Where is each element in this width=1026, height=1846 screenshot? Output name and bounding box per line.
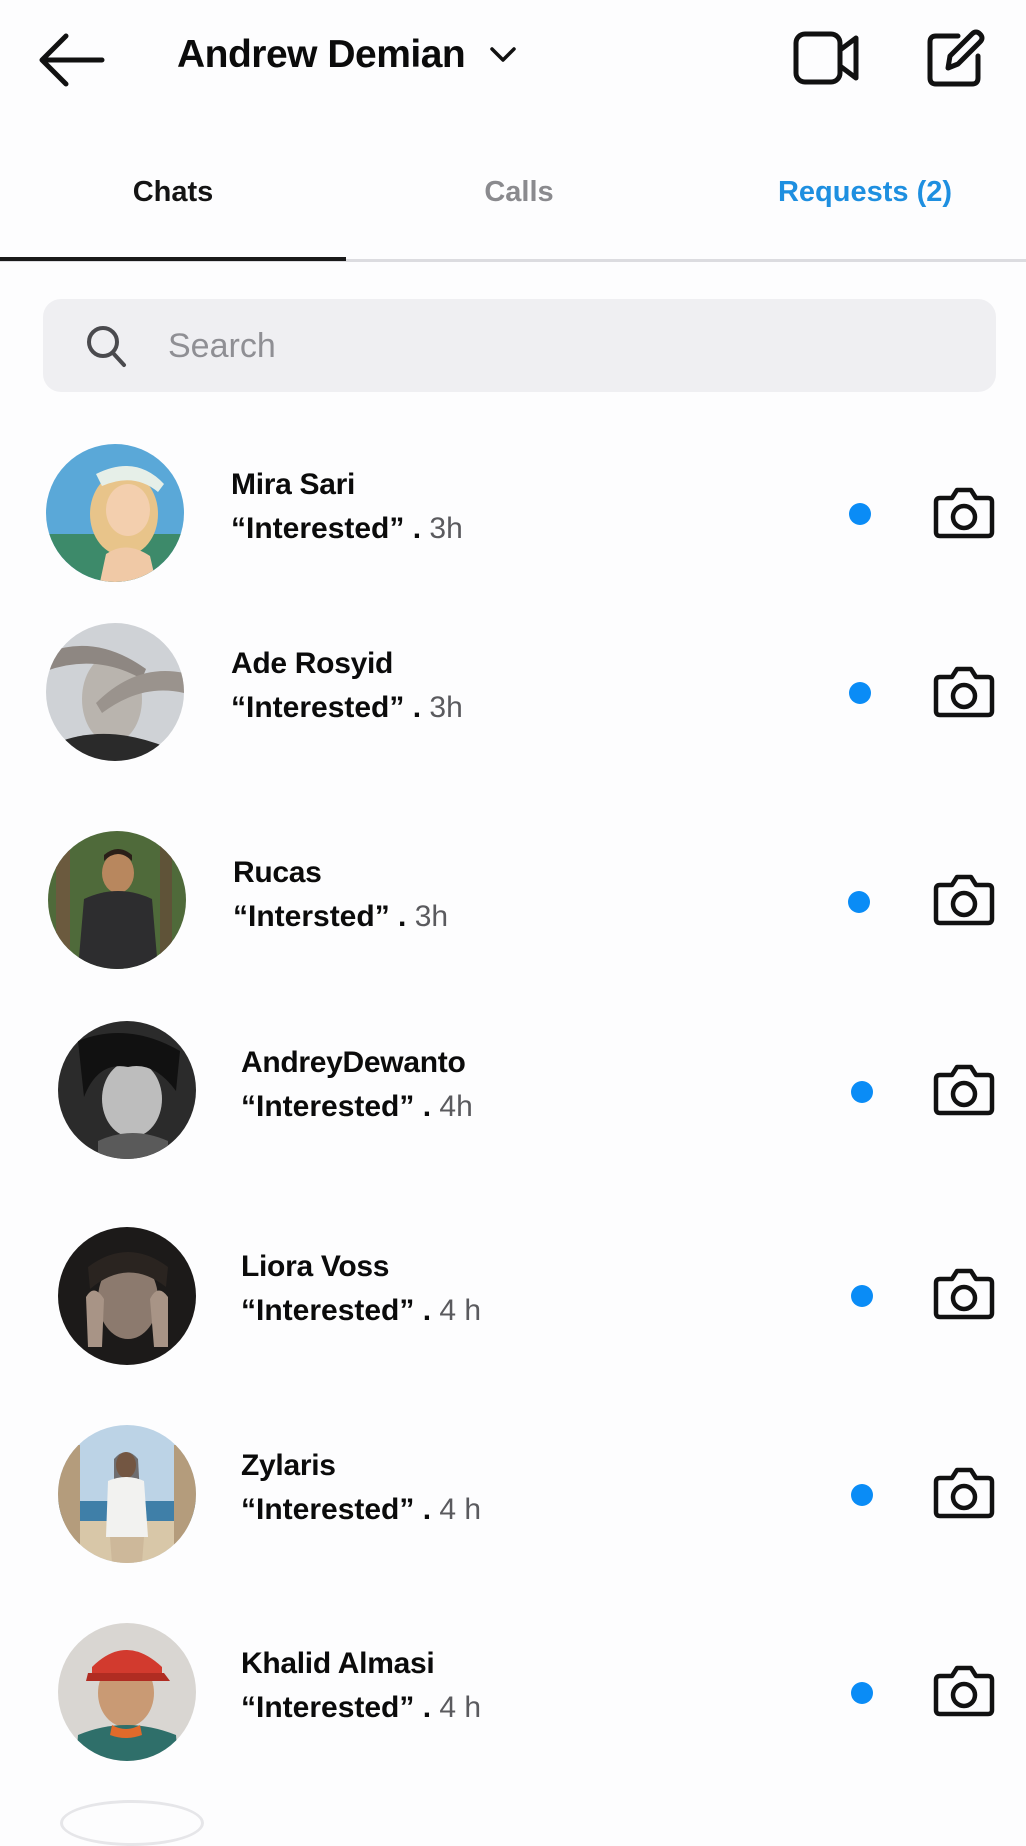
avatar-photo: [48, 831, 186, 969]
unread-dot: [849, 682, 871, 704]
avatar[interactable]: [46, 444, 184, 582]
compose-button[interactable]: [924, 26, 986, 90]
avatar-photo: [58, 1227, 196, 1365]
message-text: “Intersted” .: [233, 900, 407, 933]
message-text: “Interested” .: [231, 691, 422, 724]
camera-icon: [933, 666, 995, 718]
camera-button[interactable]: [932, 1061, 996, 1117]
chat-row[interactable]: AndreyDewanto “Interested” . 4h: [0, 1006, 1026, 1166]
chat-row[interactable]: Ade Rosyid “Interested” . 3h: [0, 607, 1026, 767]
unread-dot: [851, 1484, 873, 1506]
avatar[interactable]: [58, 1425, 196, 1563]
message-time: 3h: [429, 512, 463, 545]
chat-row[interactable]: Mira Sari “Interested” . 3h: [0, 428, 1026, 588]
unread-dot: [851, 1081, 873, 1103]
avatar[interactable]: [48, 831, 186, 969]
camera-button[interactable]: [932, 484, 996, 540]
avatar-photo: [58, 1021, 196, 1159]
back-button[interactable]: [36, 28, 108, 92]
chat-preview: “Interested” . 3h: [231, 691, 463, 725]
next-avatar-peek: [60, 1800, 204, 1846]
arrow-left-icon: [39, 33, 105, 87]
camera-button[interactable]: [932, 871, 996, 927]
video-camera-icon: [793, 31, 859, 85]
message-time: 3h: [414, 900, 449, 933]
camera-icon: [933, 1467, 995, 1519]
camera-button[interactable]: [932, 1662, 996, 1718]
chat-row[interactable]: Zylaris “Interested” . 4 h: [0, 1409, 1026, 1569]
avatar[interactable]: [46, 623, 184, 761]
tab-calls[interactable]: Calls: [346, 176, 692, 209]
unread-dot: [851, 1682, 873, 1704]
camera-button[interactable]: [932, 663, 996, 719]
chat-preview: “Interested” . 4 h: [241, 1691, 481, 1725]
chevron-down-icon: [490, 47, 516, 62]
chat-row[interactable]: Khalid Almasi “Interested” . 4 h: [0, 1607, 1026, 1767]
avatar-photo: [46, 623, 184, 761]
message-time: 4 h: [439, 1493, 482, 1526]
account-switch-dropdown[interactable]: [488, 44, 518, 66]
chat-preview: “Interested” . 4h: [241, 1090, 473, 1124]
message-text: “Interested” .: [241, 1691, 432, 1724]
message-time: 4h: [439, 1090, 473, 1123]
message-text: “Interested” .: [241, 1493, 432, 1526]
message-text: “Interested” .: [241, 1294, 432, 1327]
compose-icon: [927, 29, 985, 87]
camera-icon: [933, 1268, 995, 1320]
camera-button[interactable]: [932, 1464, 996, 1520]
unread-dot: [849, 503, 871, 525]
message-text: “Interested” .: [241, 1090, 432, 1123]
tab-chats[interactable]: Chats: [0, 176, 346, 209]
message-text: “Interested” .: [231, 512, 422, 545]
chat-preview: “Interested” . 4 h: [241, 1294, 481, 1328]
chat-preview: “Interested” . 3h: [231, 512, 463, 546]
camera-icon: [933, 1064, 995, 1116]
avatar[interactable]: [58, 1227, 196, 1365]
message-time: 4 h: [439, 1691, 482, 1724]
chat-name: AndreyDewanto: [241, 1046, 466, 1079]
chat-preview: “Interested” . 4 h: [241, 1493, 481, 1527]
avatar-photo: [58, 1623, 196, 1761]
search-icon: [87, 326, 126, 367]
avatar[interactable]: [58, 1021, 196, 1159]
chat-name: Liora Voss: [241, 1250, 390, 1283]
chat-name: Rucas: [233, 856, 322, 889]
video-call-button[interactable]: [792, 28, 860, 88]
active-tab-indicator: [0, 257, 346, 261]
camera-icon: [933, 874, 995, 926]
camera-button[interactable]: [932, 1265, 996, 1321]
camera-icon: [933, 1665, 995, 1717]
camera-icon: [933, 487, 995, 539]
search-input[interactable]: [168, 318, 968, 374]
chat-preview: “Intersted” . 3h: [233, 900, 448, 934]
chat-row[interactable]: Liora Voss “Interested” . 4 h: [0, 1210, 1026, 1370]
avatar-photo: [58, 1425, 196, 1563]
avatar-photo: [46, 444, 184, 582]
chat-name: Ade Rosyid: [231, 647, 394, 680]
message-time: 4 h: [439, 1294, 482, 1327]
tab-requests[interactable]: Requests (2): [692, 176, 1026, 209]
unread-dot: [851, 1285, 873, 1307]
avatar[interactable]: [58, 1623, 196, 1761]
account-name[interactable]: Andrew Demian: [177, 33, 466, 77]
chat-name: Khalid Almasi: [241, 1647, 435, 1680]
chat-name: Mira Sari: [231, 468, 356, 501]
message-time: 3h: [429, 691, 463, 724]
unread-dot: [848, 891, 870, 913]
chat-name: Zylaris: [241, 1449, 336, 1482]
chat-row[interactable]: Rucas “Intersted” . 3h: [0, 816, 1026, 976]
